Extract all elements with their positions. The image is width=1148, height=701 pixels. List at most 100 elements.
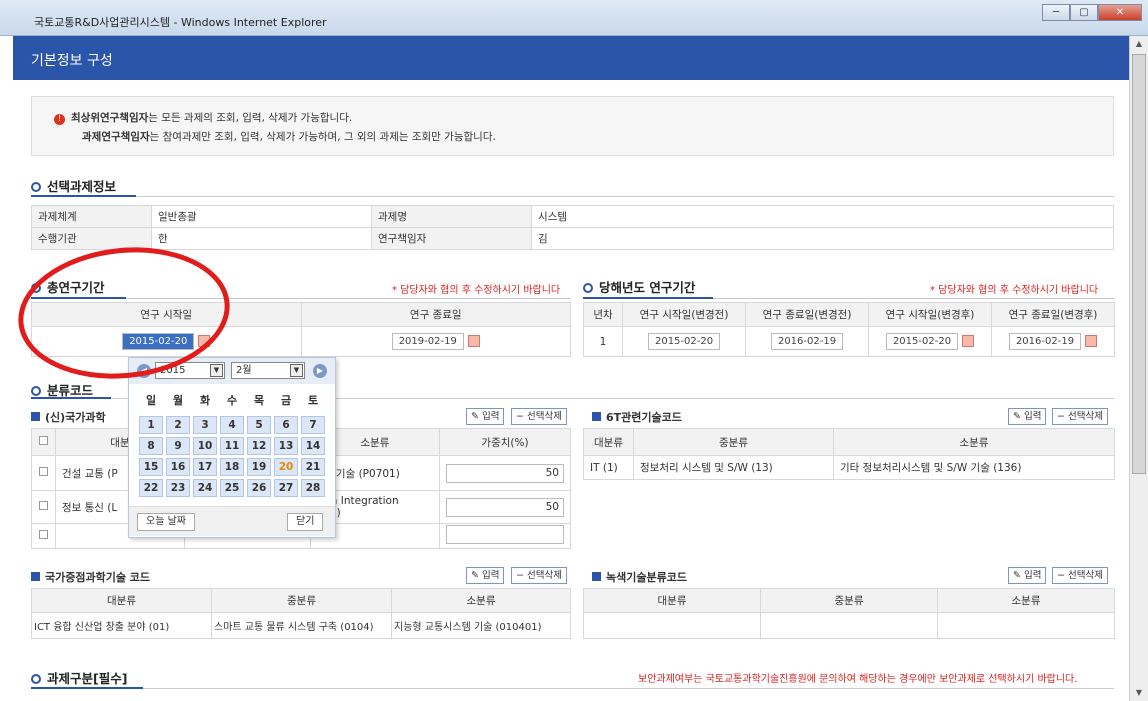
value-researcher: 김: [531, 227, 1114, 250]
weekday-label: 목: [253, 394, 265, 407]
month-select[interactable]: 2월 ▼: [231, 362, 305, 379]
calendar-day[interactable]: 6: [274, 416, 298, 434]
key-input-button[interactable]: ✎ 입력: [466, 567, 505, 584]
year-number: 1: [582, 326, 624, 357]
selected-info-table: 과제체계 일반총괄 과제명 시스템 수행기관 한 연구책임자 김: [31, 205, 1114, 250]
minimize-button[interactable]: ─: [1042, 4, 1070, 21]
section-divider: [31, 195, 1114, 197]
calendar-day[interactable]: 21: [301, 458, 325, 476]
header-big: 대분류: [31, 588, 212, 613]
chevron-down-icon: ▼: [210, 364, 223, 377]
value-institution: 한: [151, 227, 372, 250]
scroll-up-icon[interactable]: ▲: [1130, 36, 1148, 52]
header-year: 년차: [582, 302, 624, 327]
value-project-name: 시스템: [531, 205, 1114, 228]
calendar-icon[interactable]: [467, 335, 480, 347]
calendar-day[interactable]: 1: [139, 416, 163, 434]
label-system: 과제체계: [31, 205, 152, 228]
close-button[interactable]: ✕: [1098, 4, 1142, 21]
header-mid: 중분류: [633, 428, 834, 456]
weight-input[interactable]: [446, 525, 564, 544]
calendar-day[interactable]: 8: [139, 437, 163, 455]
row-checkbox[interactable]: [38, 501, 48, 510]
vertical-scrollbar[interactable]: ▲ ▼: [1129, 36, 1148, 701]
window-title: 국토교통R&D사업관리시스템 - Windows Internet Explor…: [34, 16, 327, 29]
national-science-subtitle: (신)국가과학: [31, 409, 106, 425]
calendar-day[interactable]: 17: [193, 458, 217, 476]
calendar-day[interactable]: 11: [220, 437, 244, 455]
maximize-button[interactable]: ▢: [1070, 4, 1098, 21]
section-year-period-title: 당해년도 연구기간: [583, 277, 695, 296]
alert-icon: !: [54, 114, 65, 125]
sixt-table: 대분류 중분류 소분류 IT (1) 정보처리 시스템 및 S/W (13) 기타 정보…: [583, 428, 1115, 480]
calendar-day[interactable]: 10: [193, 437, 217, 455]
row-small: 지능형 교통시스템 기술 (010401): [391, 612, 571, 639]
weekday-label: 일: [145, 394, 157, 407]
header-start-after: 연구 시작일(변경후): [868, 302, 992, 327]
header-end-before: 연구 종료일(변경전): [745, 302, 870, 327]
green-input-button[interactable]: ✎ 입력: [1008, 567, 1047, 584]
header-mid: 중분류: [760, 588, 938, 613]
end-before-field: 2016-02-19: [770, 333, 844, 350]
row-big: ICT 융합 신산업 창출 분야 (01): [31, 612, 212, 639]
today-button[interactable]: 오늘 날짜: [137, 513, 195, 531]
calendar-day[interactable]: 23: [166, 479, 190, 497]
calendar-day[interactable]: 24: [193, 479, 217, 497]
calendar-day[interactable]: 2: [166, 416, 190, 434]
calendar-day[interactable]: 12: [247, 437, 271, 455]
calendar-close-button[interactable]: 닫기: [287, 513, 324, 531]
sixt-input-button[interactable]: ✎ 입력: [1008, 408, 1047, 425]
next-month-icon[interactable]: ▶: [313, 364, 327, 378]
calendar-day[interactable]: 14: [301, 437, 325, 455]
select-all-checkbox[interactable]: [38, 436, 48, 445]
row-checkbox[interactable]: [38, 530, 48, 539]
calendar-day[interactable]: 9: [166, 437, 190, 455]
calendar-day[interactable]: 5: [247, 416, 271, 434]
row-big: IT (1): [583, 455, 634, 480]
calendar-day[interactable]: 16: [166, 458, 190, 476]
notice-role-2: 과제연구책임자: [82, 131, 150, 143]
calendar-day[interactable]: 27: [274, 479, 298, 497]
row-small: 기타 정보처리시스템 및 S/W 기술 (136): [833, 455, 1115, 480]
calendar-icon[interactable]: [962, 335, 975, 347]
weekday-label: 토: [307, 394, 319, 407]
key-delete-button[interactable]: − 선택삭제: [511, 567, 567, 584]
notice-text-2: 는 참여과제만 조회, 입력, 삭제가 가능하며, 그 외의 과제는 조회만 가…: [149, 131, 496, 143]
end-date-input[interactable]: 2019-02-19: [391, 333, 464, 350]
calendar-day[interactable]: 7: [301, 416, 325, 434]
sixt-subtitle: 6T관련기술코드: [592, 409, 682, 425]
calendar-day[interactable]: 22: [139, 479, 163, 497]
national-input-button[interactable]: ✎ 입력: [466, 408, 505, 425]
calendar-day[interactable]: 3: [193, 416, 217, 434]
calendar-day[interactable]: 28: [301, 479, 325, 497]
national-delete-button[interactable]: − 선택삭제: [511, 408, 567, 425]
green-tech-subtitle: 녹색기술분류코드: [592, 569, 687, 585]
header-end-after: 연구 종료일(변경후): [991, 302, 1115, 327]
start-after-input[interactable]: 2015-02-20: [885, 333, 959, 350]
scroll-down-icon[interactable]: ▼: [1130, 685, 1148, 701]
date-picker-popup[interactable]: ◀ 2015 ▼ 2월 ▼ ▶ 일월화수목금토 1 2 3 4 5 6 7 8 9 10 11 12 13 1…: [128, 357, 336, 538]
sixt-delete-button[interactable]: − 선택삭제: [1052, 408, 1108, 425]
calendar-day[interactable]: 4: [220, 416, 244, 434]
row-checkbox[interactable]: [38, 467, 48, 476]
calendar-day[interactable]: 18: [220, 458, 244, 476]
green-delete-button[interactable]: − 선택삭제: [1052, 567, 1108, 584]
calendar-day[interactable]: 15: [139, 458, 163, 476]
key-tech-table: 대분류 중분류 소분류 ICT 융합 신산업 창출 분야 (01) 스마트 교통 물류…: [31, 588, 571, 639]
calendar-day[interactable]: 26: [247, 479, 271, 497]
end-after-input[interactable]: 2016-02-19: [1008, 333, 1082, 350]
scroll-thumb[interactable]: [1132, 54, 1146, 474]
category-note: 보안과제여부는 국토교통과학기술진흥원에 문의하여 해당하는 경우에만 보안과제…: [638, 674, 1078, 685]
calendar-day[interactable]: 20: [274, 458, 298, 476]
calendar-day[interactable]: 25: [220, 479, 244, 497]
header-big: 대분류: [583, 428, 634, 456]
weight-input[interactable]: 50: [446, 463, 564, 483]
calendar-day[interactable]: 19: [247, 458, 271, 476]
year-period-table: 년차 연구 시작일(변경전) 연구 종료일(변경전) 연구 시작일(변경후) 연구 종료…: [582, 302, 1115, 357]
label-project-name: 과제명: [371, 205, 532, 228]
weight-input[interactable]: 50: [446, 497, 564, 517]
section-divider: [31, 687, 1114, 689]
calendar-day[interactable]: 13: [274, 437, 298, 455]
calendar-icon[interactable]: [1085, 335, 1098, 347]
window-titlebar: 국토교통R&D사업관리시스템 - Windows Internet Explor…: [0, 0, 1148, 36]
